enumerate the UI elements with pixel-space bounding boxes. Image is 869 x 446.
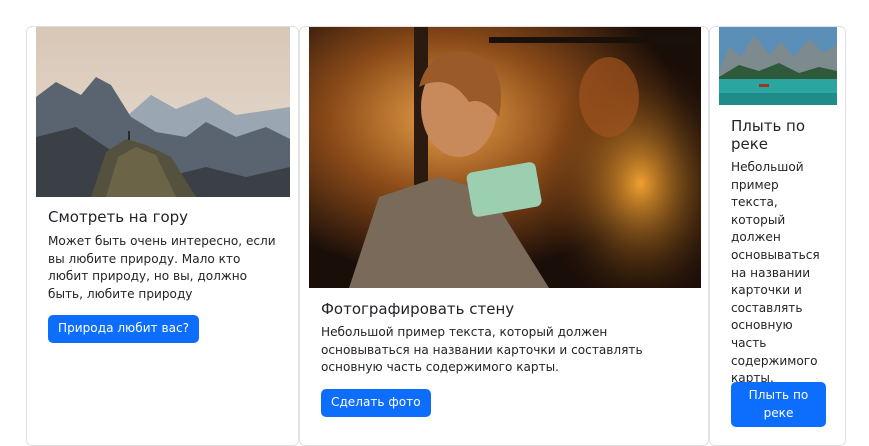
mountain-image — [36, 27, 290, 197]
card-photo-wall: Фотографировать стену Небольшой пример т… — [299, 26, 709, 446]
card-title: Плыть по реке — [731, 117, 806, 153]
card-title: Смотреть на гору — [48, 208, 189, 226]
take-photo-button[interactable]: Сделать фото — [321, 389, 431, 417]
nature-loves-you-button[interactable]: Природа любит вас? — [48, 315, 200, 343]
card-text: Небольшой пример текста, который должен … — [731, 160, 820, 386]
card-river: Плыть по реке Небольшой пример текста, к… — [709, 26, 846, 446]
card-text: Небольшой пример текста, который должен … — [321, 325, 643, 375]
card-mountain: Смотреть на гору Может быть очень интере… — [26, 26, 299, 446]
card-text: Может быть очень интересно, если вы люби… — [48, 234, 276, 301]
woman-with-phone-image — [309, 27, 701, 288]
card-title: Фотографировать стену — [321, 300, 515, 318]
sail-river-button[interactable]: Плыть по реке — [731, 382, 826, 428]
lake-boat-image — [719, 27, 837, 105]
